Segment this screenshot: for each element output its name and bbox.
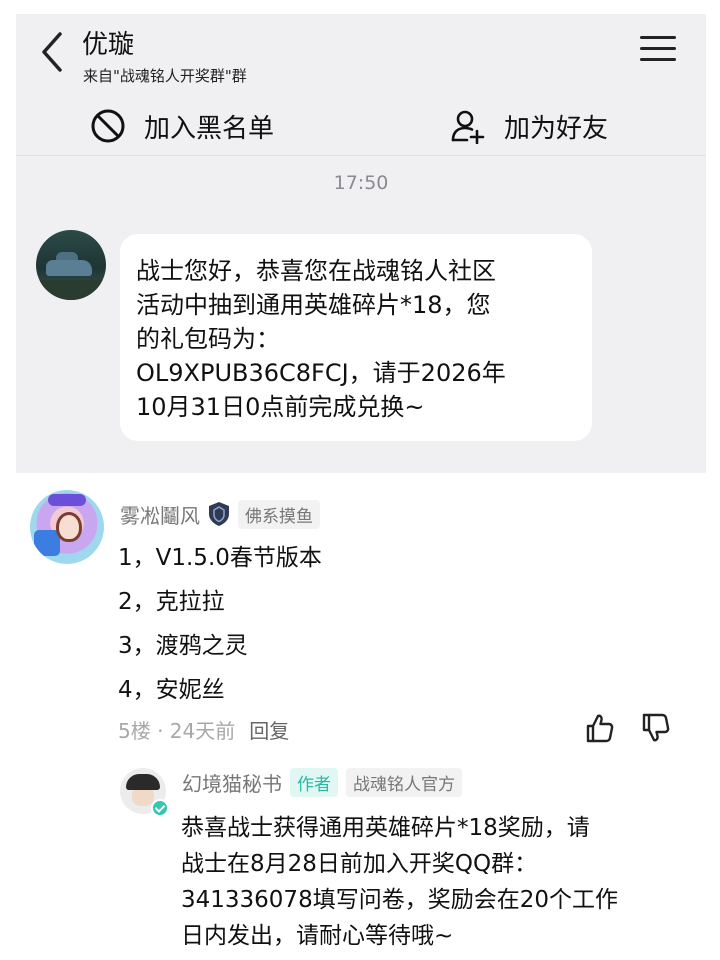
- comment-line: 3，渡鸦之灵: [118, 633, 248, 659]
- author-badge: 作者: [290, 767, 338, 797]
- replier-username[interactable]: 幻境猫秘书: [182, 768, 282, 797]
- commenter-username[interactable]: 雾凇鬮风: [120, 500, 200, 529]
- comment-meta: 5楼 · 24天前 回复: [118, 714, 289, 744]
- commenter-row: 雾凇鬮风 佛系摸鱼: [120, 498, 320, 530]
- divider: [16, 155, 706, 156]
- add-user-icon: [451, 110, 485, 144]
- comment-line: 1，V1.5.0春节版本: [118, 545, 322, 571]
- reply-line: 341336078填写问卷，奖励会在20个工作: [181, 887, 618, 913]
- official-badge: 战魂铭人官方: [346, 767, 462, 797]
- message-line: 的礼包码为：: [136, 325, 280, 353]
- chevron-left-icon: [42, 32, 62, 72]
- back-button[interactable]: [38, 30, 68, 74]
- message-line: 10月31日0点前完成兑换~: [136, 393, 425, 421]
- thumbs-down-icon[interactable]: [640, 712, 672, 744]
- message-bubble: 战士您好，恭喜您在战魂铭人社区 活动中抽到通用英雄碎片*18，您 的礼包码为： …: [120, 234, 592, 441]
- chat-header: 优璇 来自"战魂铭人开奖群"群: [16, 14, 706, 96]
- message-line: 战士您好，恭喜您在战魂铭人社区: [136, 257, 496, 285]
- chat-subtitle: 来自"战魂铭人开奖群"群: [83, 67, 247, 85]
- add-friend-button[interactable]: 加为好友: [450, 98, 608, 154]
- comment-floor-time: 5楼 · 24天前: [118, 718, 236, 743]
- message-line: OL9XPUB36C8FCJ，请于2026年: [136, 359, 506, 387]
- message-timestamp: 17:50: [333, 172, 389, 194]
- shield-badge-icon: [209, 502, 229, 526]
- add-to-blacklist-button[interactable]: 加入黑名单: [90, 98, 274, 154]
- comment-line: 4，安妮丝: [118, 677, 225, 703]
- reply-line: 日内发出，请耐心等待哦~: [181, 923, 454, 946]
- comment-body: 1，V1.5.0春节版本 2，克拉拉 3，渡鸦之灵 4，安妮丝: [118, 538, 322, 714]
- reply-body: 恭喜战士获得通用英雄碎片*18奖励，请 战士在8月28日前加入开奖QQ群： 34…: [181, 810, 701, 946]
- chat-title: 优璇: [82, 30, 135, 60]
- chat-screenshot: 优璇 来自"战魂铭人开奖群"群 加入黑名单 加为好友 17:50 战士您好，恭喜…: [16, 14, 706, 473]
- thumbs-up-icon[interactable]: [584, 712, 616, 744]
- sender-avatar[interactable]: [36, 230, 106, 300]
- replier-row: 幻境猫秘书 作者 战魂铭人官方: [182, 766, 462, 798]
- commenter-avatar[interactable]: [30, 490, 104, 564]
- add-friend-label: 加为好友: [504, 113, 609, 144]
- action-row: 加入黑名单 加为好友: [16, 98, 706, 154]
- reply-line: 战士在8月28日前加入开奖QQ群：: [181, 851, 538, 877]
- add-to-blacklist-label: 加入黑名单: [144, 113, 275, 144]
- commenter-title-badge: 佛系摸鱼: [238, 499, 320, 529]
- verified-icon: [151, 799, 169, 817]
- hamburger-menu-icon: [640, 36, 676, 61]
- menu-button[interactable]: [640, 36, 676, 66]
- block-icon: [91, 109, 125, 143]
- reply-line: 恭喜战士获得通用英雄碎片*18奖励，请: [181, 815, 590, 841]
- message-line: 活动中抽到通用英雄碎片*18，您: [136, 291, 491, 319]
- comment-line: 2，克拉拉: [118, 589, 225, 615]
- reply-button[interactable]: 回复: [249, 715, 289, 744]
